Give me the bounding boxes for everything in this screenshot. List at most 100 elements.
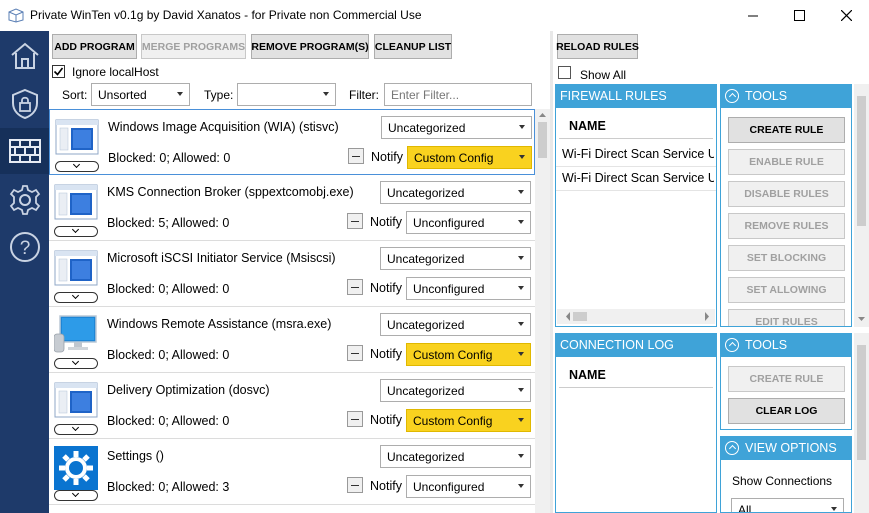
remove-rules-button[interactable]: REMOVE RULES — [728, 213, 845, 239]
reload-rules-button[interactable]: RELOAD RULES — [556, 34, 639, 59]
program-counts: Blocked: 0; Allowed: 0 — [107, 348, 230, 362]
config-select[interactable]: Custom Config — [406, 409, 531, 432]
category-select[interactable]: Uncategorized — [381, 116, 532, 139]
remove-programs-button[interactable]: REMOVE PROGRAM(S) — [251, 34, 369, 59]
scroll-right-icon — [705, 312, 709, 321]
sidebar-item-privacy[interactable] — [0, 81, 49, 127]
minimize-button[interactable] — [730, 0, 776, 31]
notify-label: Notify — [370, 347, 402, 361]
collapse-toggle[interactable] — [347, 279, 363, 295]
rule-name: Wi-Fi Direct Scan Service Use — [562, 147, 714, 161]
sidebar-item-firewall[interactable] — [0, 128, 49, 174]
config-select[interactable]: Unconfigured — [406, 277, 531, 300]
list-item[interactable]: Windows Image Acquisition (WIA) (stisvc)… — [49, 109, 535, 175]
category-select[interactable]: Uncategorized — [380, 445, 531, 468]
filter-input[interactable]: Enter Filter... — [384, 83, 532, 106]
collapse-toggle[interactable] — [348, 148, 364, 164]
config-value: Custom Config — [413, 347, 493, 362]
show-all-checkbox[interactable] — [558, 66, 571, 79]
chevron-down-icon — [518, 322, 524, 326]
merge-programs-button[interactable]: MERGE PROGRAMS — [141, 34, 246, 59]
collapse-toggle[interactable] — [347, 345, 363, 361]
list-item[interactable]: Windows Remote Assistance (msra.exe) Bloc… — [49, 307, 535, 373]
scrollbar-thumb[interactable] — [538, 122, 547, 158]
chevron-down-icon — [518, 418, 524, 422]
maximize-icon — [793, 10, 805, 21]
filter-label: Filter: — [349, 88, 379, 102]
ignore-localhost-checkbox[interactable] — [52, 65, 65, 78]
list-item[interactable]: Microsoft iSCSI Initiator Service (Msisc… — [49, 241, 535, 307]
program-name: KMS Connection Broker (sppextcomobj.exe) — [107, 185, 354, 199]
chevron-down-icon — [519, 155, 525, 159]
sidebar-item-home[interactable] — [0, 33, 49, 79]
view-options-header[interactable]: VIEW OPTIONS — [720, 436, 852, 459]
disable-rules-button[interactable]: DISABLE RULES — [728, 181, 845, 207]
type-select[interactable] — [237, 83, 336, 106]
collapse-toggle[interactable] — [347, 213, 363, 229]
category-select[interactable]: Uncategorized — [380, 181, 531, 204]
program-list-scrollbar[interactable] — [535, 109, 550, 513]
chevron-down-icon — [518, 484, 524, 488]
category-select[interactable]: Uncategorized — [380, 247, 531, 270]
tools-scrollbar[interactable] — [854, 84, 869, 327]
enable-rule-button[interactable]: ENABLE RULE — [728, 149, 845, 175]
help-icon: ? — [9, 232, 40, 262]
sidebar: ? — [0, 31, 49, 513]
tools-title: TOOLS — [745, 88, 788, 103]
cleanup-list-button[interactable]: CLEANUP LIST — [374, 34, 452, 59]
list-item[interactable]: Settings () Blocked: 0; Allowed: 3 Uncateg… — [49, 439, 535, 505]
table-row[interactable]: Wi-Fi Direct Scan Service Use — [556, 143, 716, 167]
set-blocking-button[interactable]: SET BLOCKING — [728, 245, 845, 271]
home-icon — [10, 42, 39, 69]
config-select[interactable]: Unconfigured — [406, 475, 531, 498]
collapse-toggle[interactable] — [347, 411, 363, 427]
category-select[interactable]: Uncategorized — [380, 313, 531, 336]
list-item[interactable]: Delivery Optimization (dosvc) Blocked: 0;… — [49, 373, 535, 439]
splitter[interactable] — [550, 31, 553, 513]
expand-button[interactable] — [54, 489, 98, 501]
chevron-down-icon — [831, 507, 837, 511]
sidebar-item-settings[interactable] — [0, 177, 49, 223]
program-name: Microsoft iSCSI Initiator Service (Msisc… — [107, 251, 336, 265]
expand-button[interactable] — [54, 225, 98, 237]
collapse-toggle[interactable] — [347, 477, 363, 493]
show-connections-select[interactable]: All — [731, 498, 844, 512]
close-button[interactable] — [823, 0, 869, 31]
expand-button[interactable] — [54, 357, 98, 369]
shield-icon — [11, 88, 38, 120]
list-item[interactable]: KMS Connection Broker (sppextcomobj.exe)… — [49, 175, 535, 241]
config-value: Custom Config — [414, 150, 494, 165]
program-counts: Blocked: 5; Allowed: 0 — [107, 216, 230, 230]
category-select[interactable]: Uncategorized — [380, 379, 531, 402]
config-select[interactable]: Custom Config — [407, 146, 532, 169]
set-allowing-button[interactable]: SET ALLOWING — [728, 277, 845, 303]
type-label: Type: — [204, 88, 234, 102]
show-all-label: Show All — [580, 68, 627, 82]
clear-log-button[interactable]: CLEAR LOG — [728, 398, 845, 424]
options-scrollbar[interactable] — [854, 333, 869, 513]
connection-log-header: CONNECTION LOG — [555, 333, 717, 356]
program-counts: Blocked: 0; Allowed: 0 — [108, 151, 231, 165]
chevron-down-icon — [177, 92, 183, 96]
collapse-icon — [725, 337, 739, 352]
horizontal-scrollbar[interactable] — [557, 309, 715, 324]
tools-header[interactable]: TOOLS — [720, 84, 852, 107]
chevron-down-icon — [72, 160, 81, 169]
expand-button[interactable] — [55, 160, 99, 172]
table-row[interactable]: Wi-Fi Direct Scan Service Use — [556, 167, 716, 191]
create-rule-button[interactable]: CREATE RULE — [728, 117, 845, 143]
config-select[interactable]: Unconfigured — [406, 211, 531, 234]
tools-header[interactable]: TOOLS — [720, 333, 852, 356]
maximize-button[interactable] — [776, 0, 822, 31]
notify-label: Notify — [371, 150, 403, 164]
sidebar-item-help[interactable]: ? — [0, 224, 49, 270]
expand-button[interactable] — [54, 423, 98, 435]
sort-select[interactable]: Unsorted — [91, 83, 190, 106]
config-select[interactable]: Custom Config — [406, 343, 531, 366]
expand-button[interactable] — [54, 291, 98, 303]
firewall-icon — [8, 139, 41, 163]
edit-rules-button[interactable]: EDIT RULES — [728, 309, 845, 326]
create-rule-button[interactable]: CREATE RULE — [728, 366, 845, 392]
gear-icon — [9, 185, 40, 215]
add-program-button[interactable]: ADD PROGRAM — [52, 34, 137, 59]
